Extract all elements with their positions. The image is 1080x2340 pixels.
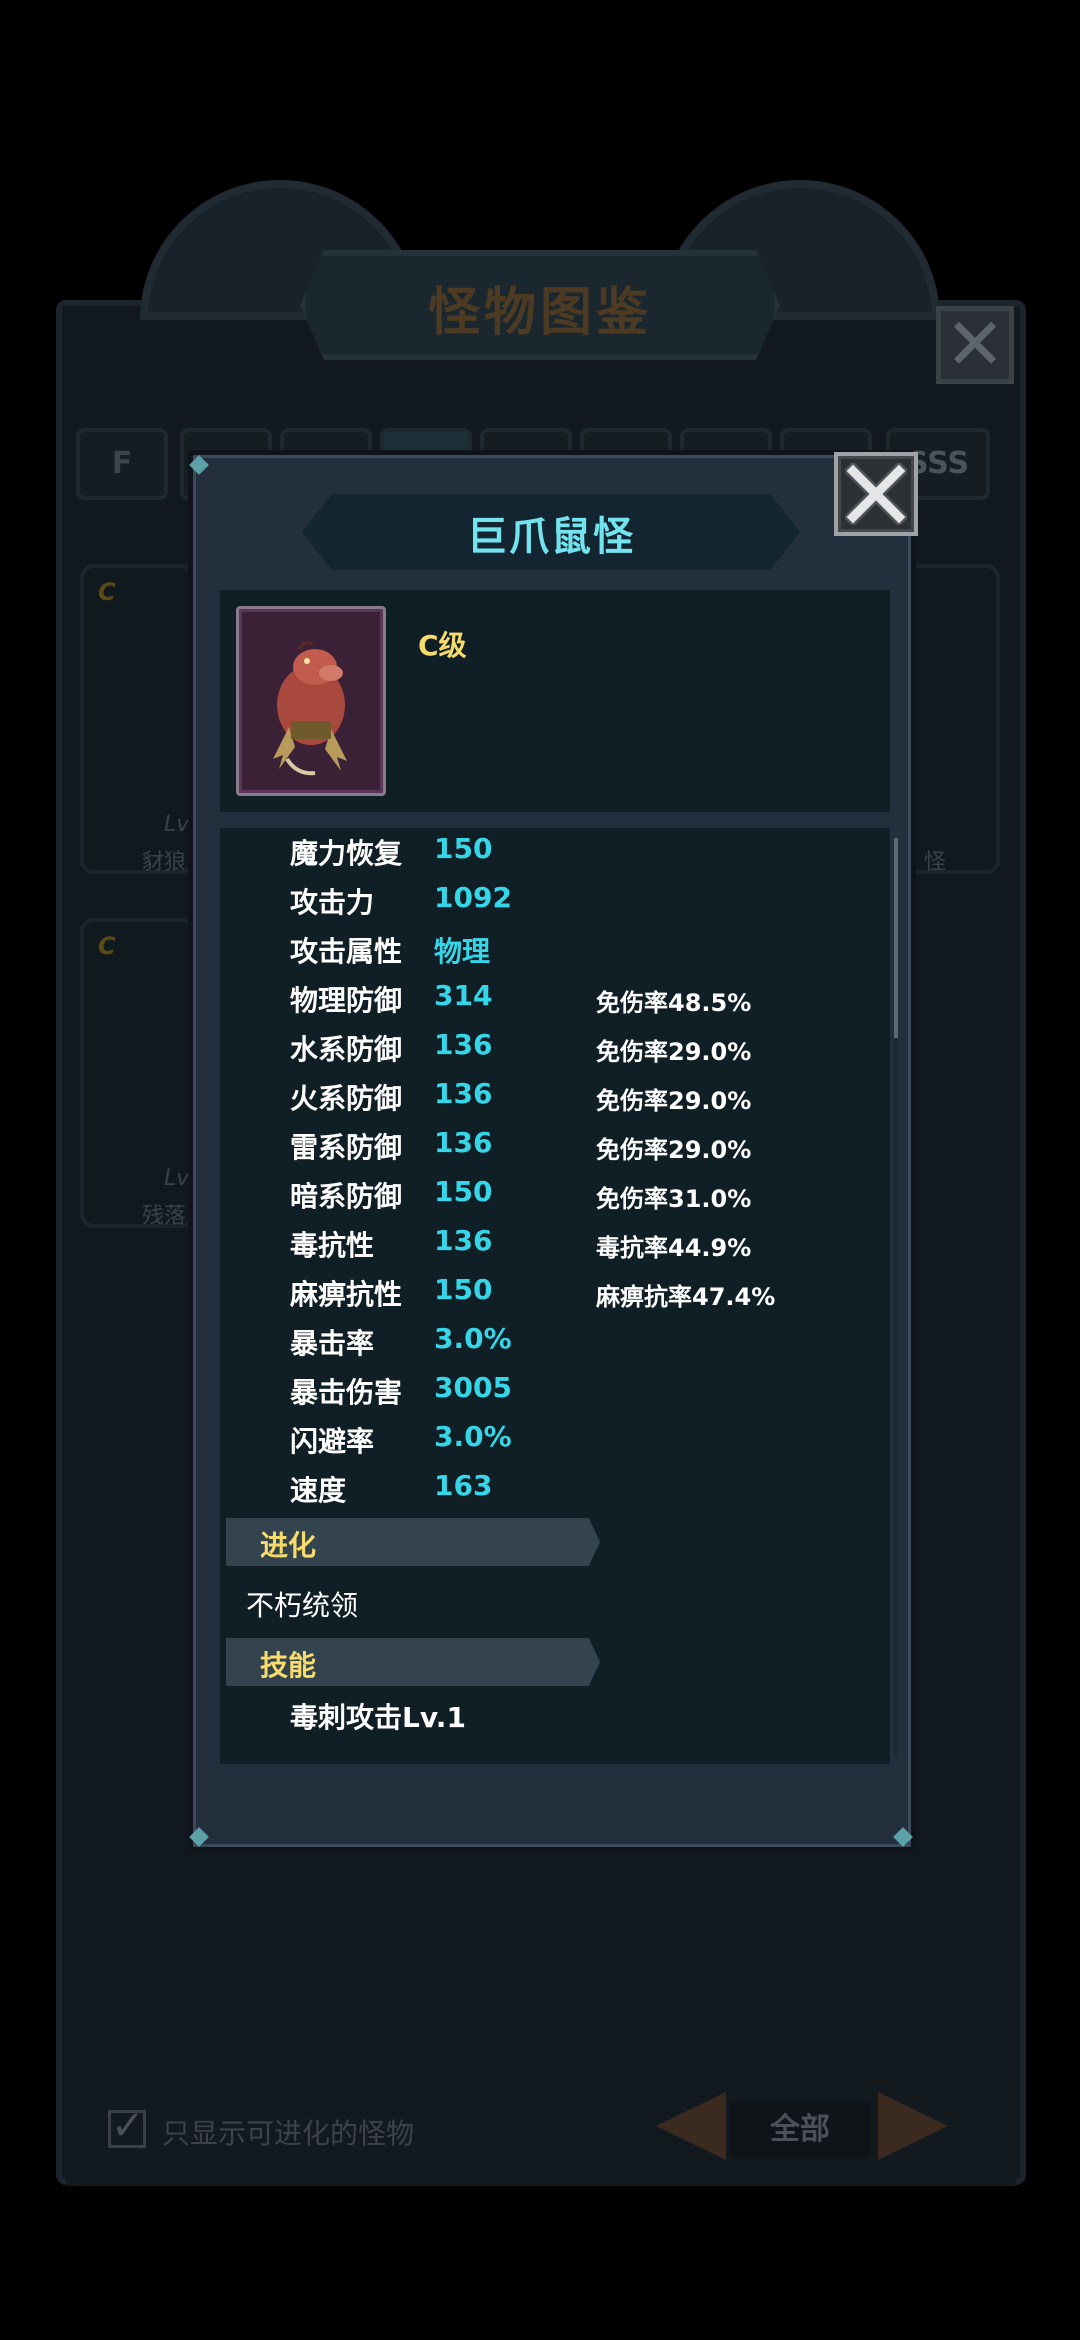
stat-extra: 免伤率29.0% bbox=[596, 1038, 752, 1066]
stat-value: 136 bbox=[434, 1028, 493, 1061]
card-level: Lv bbox=[164, 812, 190, 837]
stat-value: 136 bbox=[434, 1126, 493, 1159]
stat-row-attack-attribute: 攻击属性 物理 bbox=[290, 930, 850, 978]
stat-label: 暴击率 bbox=[290, 1327, 375, 1360]
card-grade: C bbox=[98, 932, 116, 960]
stat-label: 火系防御 bbox=[290, 1082, 403, 1115]
stat-row-fire-defense: 火系防御 136 免伤率29.0% bbox=[290, 1077, 850, 1125]
stat-label: 麻痹抗性 bbox=[290, 1278, 403, 1311]
grade-tab-f[interactable]: F bbox=[76, 428, 168, 500]
stat-value: 163 bbox=[434, 1469, 493, 1502]
stat-extra: 免伤率48.5% bbox=[596, 989, 752, 1017]
evolvable-filter-label: 只显示可进化的怪物 bbox=[162, 2117, 415, 2150]
stat-row-thunder-defense: 雷系防御 136 免伤率29.0% bbox=[290, 1126, 850, 1174]
skills-section-title: 技能 bbox=[260, 1649, 317, 1682]
modal-close-button[interactable] bbox=[834, 452, 918, 536]
stat-value: 3005 bbox=[434, 1371, 512, 1404]
stat-label: 攻击力 bbox=[290, 886, 375, 919]
stat-label: 速度 bbox=[290, 1474, 347, 1507]
stat-value: 150 bbox=[434, 1175, 493, 1208]
codex-close-button[interactable]: ✕ bbox=[936, 306, 1014, 384]
stat-row-paralysis-resistance: 麻痹抗性 150 麻痹抗率47.4% bbox=[290, 1273, 850, 1321]
stat-row-poison-resistance: 毒抗性 136 毒抗率44.9% bbox=[290, 1224, 850, 1272]
filter-next-arrow[interactable] bbox=[878, 2092, 948, 2160]
stat-value: 1092 bbox=[434, 881, 512, 914]
stat-extra: 免伤率29.0% bbox=[596, 1136, 752, 1164]
stat-row-attack: 攻击力 1092 bbox=[290, 881, 850, 929]
monster-card[interactable]: C Lv 豺狼 bbox=[80, 564, 195, 875]
stat-row-physical-defense: 物理防御 314 免伤率48.5% bbox=[290, 979, 850, 1027]
stat-label: 暗系防御 bbox=[290, 1180, 403, 1213]
stat-row-crit-damage: 暴击伤害 3005 bbox=[290, 1371, 850, 1419]
stat-row-water-defense: 水系防御 136 免伤率29.0% bbox=[290, 1028, 850, 1076]
stat-row-mana-regen: 魔力恢复 150 bbox=[290, 832, 850, 880]
rat-monster-icon bbox=[273, 641, 347, 776]
card-name: 残落 bbox=[142, 1204, 187, 1229]
filter-prev-arrow[interactable] bbox=[656, 2092, 726, 2160]
close-icon bbox=[845, 463, 907, 525]
scrollbar-thumb[interactable] bbox=[894, 838, 898, 1038]
stat-row-speed: 速度 163 bbox=[290, 1469, 850, 1517]
monster-card[interactable]: C Lv 残落 bbox=[80, 918, 195, 1229]
stat-label: 雷系防御 bbox=[290, 1131, 403, 1164]
stat-value: 物理 bbox=[434, 935, 491, 968]
monster-name: 巨爪鼠怪 bbox=[467, 514, 635, 560]
stat-label: 攻击属性 bbox=[290, 935, 403, 968]
card-level: Lv bbox=[164, 1166, 190, 1191]
skill-name[interactable]: 毒刺攻击Lv.1 bbox=[290, 1696, 466, 1736]
stat-value: 3.0% bbox=[434, 1420, 512, 1453]
stat-label: 暴击伤害 bbox=[290, 1376, 403, 1409]
monster-portrait bbox=[236, 606, 386, 796]
stat-row-dodge-rate: 闪避率 3.0% bbox=[290, 1420, 850, 1468]
codex-title: 怪物图鉴 bbox=[427, 283, 652, 343]
stat-label: 物理防御 bbox=[290, 984, 403, 1017]
stat-extra: 免伤率29.0% bbox=[596, 1087, 752, 1115]
card-name: 怪 bbox=[924, 850, 947, 875]
stat-label: 毒抗性 bbox=[290, 1229, 375, 1262]
stat-label: 闪避率 bbox=[290, 1425, 375, 1458]
stat-extra: 麻痹抗率47.4% bbox=[596, 1283, 776, 1311]
stat-extra: 毒抗率44.9% bbox=[596, 1234, 752, 1262]
evolution-section-title: 进化 bbox=[260, 1529, 317, 1562]
stat-label: 魔力恢复 bbox=[290, 837, 403, 870]
card-grade: C bbox=[98, 578, 116, 606]
stat-row-crit-rate: 暴击率 3.0% bbox=[290, 1322, 850, 1370]
stat-value: 136 bbox=[434, 1224, 493, 1257]
stat-value: 3.0% bbox=[434, 1322, 512, 1355]
stat-row-dark-defense: 暗系防御 150 免伤率31.0% bbox=[290, 1175, 850, 1223]
evolution-target: 不朽统领 bbox=[246, 1589, 359, 1622]
stat-value: 314 bbox=[434, 979, 493, 1012]
evolvable-filter-checkbox[interactable]: ✓ bbox=[108, 2106, 146, 2148]
stat-value: 150 bbox=[434, 1273, 493, 1306]
stat-value: 150 bbox=[434, 832, 493, 865]
card-name: 豺狼 bbox=[142, 850, 187, 875]
stat-value: 136 bbox=[434, 1077, 493, 1110]
stat-extra: 免伤率31.0% bbox=[596, 1185, 752, 1213]
stat-label: 水系防御 bbox=[290, 1033, 403, 1066]
monster-grade: C级 bbox=[418, 629, 467, 662]
category-filter-value: 全部 bbox=[730, 2102, 870, 2158]
